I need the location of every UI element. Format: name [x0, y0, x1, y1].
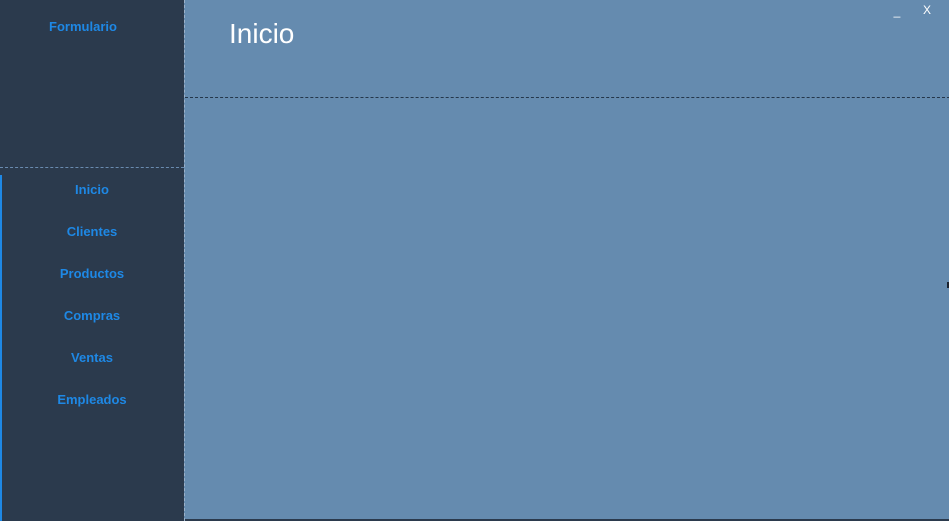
- page-title: Inicio: [229, 18, 295, 49]
- sidebar-item-compras[interactable]: Compras: [2, 301, 182, 331]
- minimize-button[interactable]: _: [888, 3, 906, 19]
- sidebar-item-clientes[interactable]: Clientes: [2, 217, 182, 247]
- sidebar-item-inicio[interactable]: Inicio: [2, 175, 182, 205]
- app-title: Formulario: [49, 19, 117, 34]
- sidebar-item-ventas[interactable]: Ventas: [2, 343, 182, 373]
- sidebar-item-empleados[interactable]: Empleados: [2, 385, 182, 415]
- app-window: Formulario Inicio Clientes Productos Com…: [0, 0, 949, 521]
- content-area: [185, 98, 949, 521]
- main-panel: Inicio _ X: [184, 0, 949, 521]
- sidebar: Formulario Inicio Clientes Productos Com…: [0, 0, 184, 521]
- sidebar-item-productos[interactable]: Productos: [2, 259, 182, 289]
- sidebar-nav: Inicio Clientes Productos Compras Ventas…: [0, 175, 184, 521]
- logo-area: Formulario: [0, 0, 184, 168]
- header: Inicio _ X: [185, 0, 949, 98]
- close-button[interactable]: X: [918, 2, 936, 18]
